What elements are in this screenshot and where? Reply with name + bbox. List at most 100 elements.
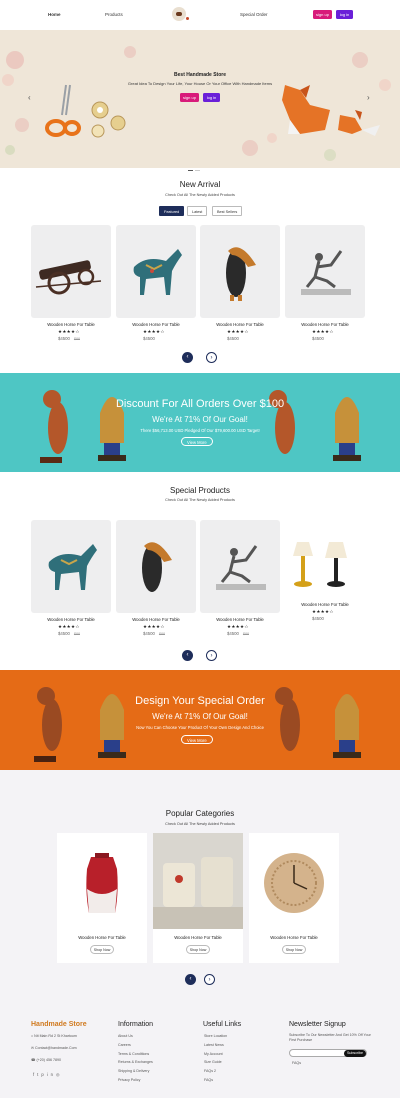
- product-card[interactable]: Wooden Horse For Table ★★★★☆ $4500 $88: [200, 520, 280, 640]
- category-image: [153, 833, 243, 929]
- special-products-subtitle: Check Out All The Newly Added Products: [165, 498, 235, 502]
- hero-prev-arrow[interactable]: ‹: [28, 93, 31, 102]
- category-image: [264, 853, 324, 913]
- product-card[interactable]: Wooden Horse For Table ★★★★☆ $4500: [285, 225, 365, 345]
- footer-newsletter-title: Newsletter Signup: [289, 1021, 346, 1028]
- category-card[interactable]: Wooden Horse For Table Shop Now: [57, 833, 147, 963]
- category-card[interactable]: Wooden Horse For Table Shop Now: [249, 833, 339, 963]
- product-card[interactable]: Wooden Horse For Table ★★★★☆ $4500: [285, 520, 365, 625]
- linkedin-icon[interactable]: in: [47, 1072, 56, 1077]
- product-card[interactable]: Wooden Horse For Table ★★★★☆ $4500 $88: [31, 520, 111, 640]
- rating-stars: ★★★★☆: [227, 624, 249, 629]
- footer-link[interactable]: Shipping & Delivery: [118, 1069, 149, 1073]
- site-header: Home Products Special Order sign up log …: [0, 0, 400, 30]
- special-order-banner: Design Your Special Order We're At 71% O…: [0, 670, 400, 770]
- login-button[interactable]: log in: [336, 10, 353, 19]
- footer-link[interactable]: My Account: [204, 1052, 223, 1056]
- signup-button[interactable]: sign up: [313, 10, 332, 19]
- nav-special-order[interactable]: Special Order: [240, 12, 268, 17]
- carousel-prev-button[interactable]: ‹: [182, 650, 193, 661]
- product-image: [31, 225, 111, 318]
- rating-stars: ★★★★☆: [143, 329, 165, 334]
- view-more-button[interactable]: View More: [181, 735, 213, 744]
- hero-title: Best Handmade Store: [174, 72, 226, 78]
- banner-heading: Discount For All Orders Over $100: [115, 398, 285, 410]
- footer-link[interactable]: Store Location: [204, 1034, 227, 1038]
- hero-login-button[interactable]: log in: [203, 93, 220, 102]
- footer-link[interactable]: FAQs 2: [204, 1069, 216, 1073]
- product-image: [285, 225, 365, 318]
- carousel-next-button[interactable]: ›: [206, 352, 217, 363]
- shop-now-button[interactable]: Shop Now: [90, 945, 114, 954]
- category-name: Wooden Horse For Table: [270, 935, 318, 940]
- product-image: [285, 520, 365, 598]
- category-image: [86, 853, 118, 913]
- footer-link[interactable]: Privacy Policy: [118, 1078, 140, 1082]
- banner-text: Now You Can Choose Your Product Of Your …: [136, 725, 264, 730]
- product-name: Wooden Horse For Table: [132, 322, 180, 327]
- hero-subtitle: Great Idea To Design Your Life, Your Hou…: [127, 81, 273, 86]
- carousel-prev-button[interactable]: ‹: [182, 352, 193, 363]
- category-name: Wooden Horse For Table: [78, 935, 126, 940]
- hero-banner: ‹ ›: [0, 30, 400, 168]
- subscribe-button[interactable]: Subscribe: [344, 1049, 366, 1057]
- banner-subheading: We're At 71% Of Our Goal!: [152, 415, 248, 424]
- product-price: $4500: [312, 616, 324, 621]
- product-price: $4500: [143, 336, 155, 341]
- hero-signup-button[interactable]: sign up: [180, 93, 199, 102]
- footer-link[interactable]: Returns & Exchanges: [118, 1060, 153, 1064]
- carousel-next-button[interactable]: ›: [204, 974, 215, 985]
- product-image: [31, 520, 111, 613]
- footer-link[interactable]: Size Guide: [204, 1060, 222, 1064]
- rating-stars: ★★★★☆: [58, 624, 80, 629]
- product-price: $4500 $88: [227, 631, 249, 636]
- product-card[interactable]: Wooden Horse For Table ★★★★☆ $4500 $88: [116, 520, 196, 640]
- logo-accent: [186, 17, 189, 20]
- product-image: [200, 520, 280, 613]
- hero-pagination: [188, 158, 212, 171]
- banner-heading: Design Your Special Order: [135, 695, 265, 707]
- tab-featured[interactable]: Featured: [159, 206, 185, 216]
- carousel-next-button[interactable]: ›: [206, 650, 217, 661]
- footer-link[interactable]: Terms & Conditions: [118, 1052, 149, 1056]
- carousel-prev-button[interactable]: ‹: [185, 974, 196, 985]
- rating-stars: ★★★★☆: [227, 329, 249, 334]
- hero-illustration: [2, 46, 391, 161]
- footer-phone[interactable]: ☎ (+20) 456 7890: [31, 1058, 61, 1062]
- shop-now-button[interactable]: Shop Now: [186, 945, 210, 954]
- view-more-button[interactable]: View More: [181, 437, 213, 446]
- footer-email[interactable]: ✉ Contact@handmade.Com: [31, 1046, 77, 1050]
- product-card[interactable]: Wooden Horse For Table ★★★★☆ $4500 $88: [31, 225, 111, 345]
- category-card[interactable]: Wooden Horse For Table Shop Now: [153, 833, 243, 963]
- rating-stars: ★★★★☆: [143, 624, 165, 629]
- new-arrival-title: New Arrival: [179, 180, 221, 189]
- footer-address: ⌂ Nit Main Rd 2 St Khartoum: [31, 1034, 77, 1038]
- footer-faqs-link[interactable]: FAQs: [292, 1061, 301, 1065]
- product-name: Wooden Horse For Table: [132, 617, 180, 622]
- product-card[interactable]: Wooden Horse For Table ★★★★☆ $4500: [200, 225, 280, 345]
- product-price: $4500 $88: [58, 631, 80, 636]
- footer-link[interactable]: FAQs: [204, 1078, 213, 1082]
- instagram-icon[interactable]: ◎: [56, 1072, 63, 1077]
- rating-stars: ★★★★☆: [58, 329, 80, 334]
- footer-link[interactable]: Latest News: [204, 1043, 224, 1047]
- shop-now-button[interactable]: Shop Now: [282, 945, 306, 954]
- hero-next-arrow[interactable]: ›: [367, 93, 370, 102]
- store-logo[interactable]: [172, 7, 186, 21]
- footer-link[interactable]: About Us: [118, 1034, 133, 1038]
- rating-stars: ★★★★☆: [312, 609, 334, 614]
- nav-home[interactable]: Home: [48, 12, 61, 17]
- product-price: $4500 $88: [143, 631, 165, 636]
- product-price: $4500: [312, 336, 324, 341]
- social-icons[interactable]: ftpin◎: [33, 1072, 63, 1077]
- footer-brand: Handmade Store: [31, 1021, 87, 1028]
- footer-link[interactable]: Careers: [118, 1043, 131, 1047]
- special-products-title: Special Products: [169, 486, 231, 495]
- tab-latest[interactable]: Latest: [187, 206, 208, 216]
- nav-products[interactable]: Products: [105, 12, 123, 17]
- footer-useful-title: Useful Links: [203, 1021, 242, 1028]
- product-card[interactable]: Wooden Horse For Table ★★★★☆ $4500: [116, 225, 196, 345]
- tab-best-sellers[interactable]: Best Sellers: [212, 206, 243, 216]
- newsletter-text: Subscribe To Our Newsletter And Get 10% …: [289, 1033, 371, 1042]
- product-name: Wooden Horse For Table: [47, 322, 95, 327]
